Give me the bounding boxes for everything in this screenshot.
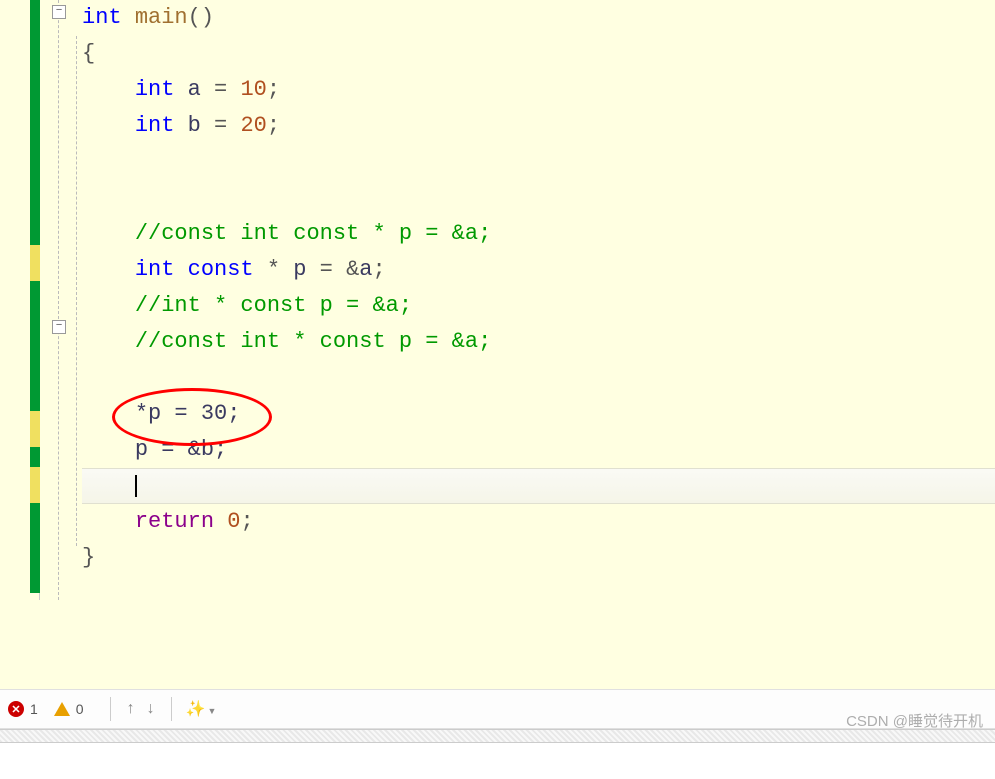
prev-error-button[interactable]: ↑ xyxy=(121,700,141,718)
fold-toggle-icon[interactable]: − xyxy=(52,5,66,19)
error-count: 1 xyxy=(30,701,38,717)
chevron-down-icon: ▼ xyxy=(208,706,217,716)
fold-toggle-icon[interactable]: − xyxy=(52,320,66,334)
warning-count-button[interactable]: 0 xyxy=(54,701,84,717)
text-cursor xyxy=(135,475,137,497)
code-editor[interactable]: − − int main() { int a = 10; int b = 20;… xyxy=(0,0,995,600)
function-name: main xyxy=(135,5,188,30)
code-text: p = &b; xyxy=(135,437,227,462)
number: 20 xyxy=(240,113,266,138)
highlighted-expression: *p = 30; xyxy=(135,401,241,426)
brace: { xyxy=(82,41,95,66)
fold-gutter: − − xyxy=(40,0,82,600)
change-margin xyxy=(0,0,40,600)
code-content[interactable]: int main() { int a = 10; int b = 20; //c… xyxy=(82,0,995,600)
identifier: a xyxy=(188,77,201,102)
output-panel[interactable] xyxy=(0,743,995,779)
error-count-button[interactable]: ✕ 1 xyxy=(8,701,38,717)
comment: //const int const * p = &a; xyxy=(135,221,491,246)
keyword: return xyxy=(135,509,214,534)
keyword: int xyxy=(82,5,122,30)
error-icon: ✕ xyxy=(8,701,24,717)
brace: } xyxy=(82,545,95,570)
comment: //const int * const p = &a; xyxy=(135,329,491,354)
panel-splitter[interactable] xyxy=(0,729,995,743)
keyword: int xyxy=(135,257,175,282)
divider xyxy=(171,697,172,721)
keyword: const xyxy=(188,257,254,282)
warning-icon xyxy=(54,702,70,716)
number: 0 xyxy=(227,509,240,534)
error-toolbar: ✕ 1 0 ↑ ↓ ✨▼ xyxy=(0,689,995,729)
identifier: b xyxy=(188,113,201,138)
parentheses: () xyxy=(188,5,214,30)
code-analysis-button[interactable]: ✨▼ xyxy=(186,699,217,719)
next-error-button[interactable]: ↓ xyxy=(141,700,161,718)
keyword: int xyxy=(135,77,175,102)
divider xyxy=(110,697,111,721)
number: 10 xyxy=(240,77,266,102)
warning-count: 0 xyxy=(76,701,84,717)
current-line[interactable] xyxy=(82,468,995,504)
comment: //int * const p = &a; xyxy=(135,293,412,318)
identifier: p xyxy=(293,257,306,282)
keyword: int xyxy=(135,113,175,138)
footer: ✕ 1 0 ↑ ↓ ✨▼ xyxy=(0,689,995,779)
